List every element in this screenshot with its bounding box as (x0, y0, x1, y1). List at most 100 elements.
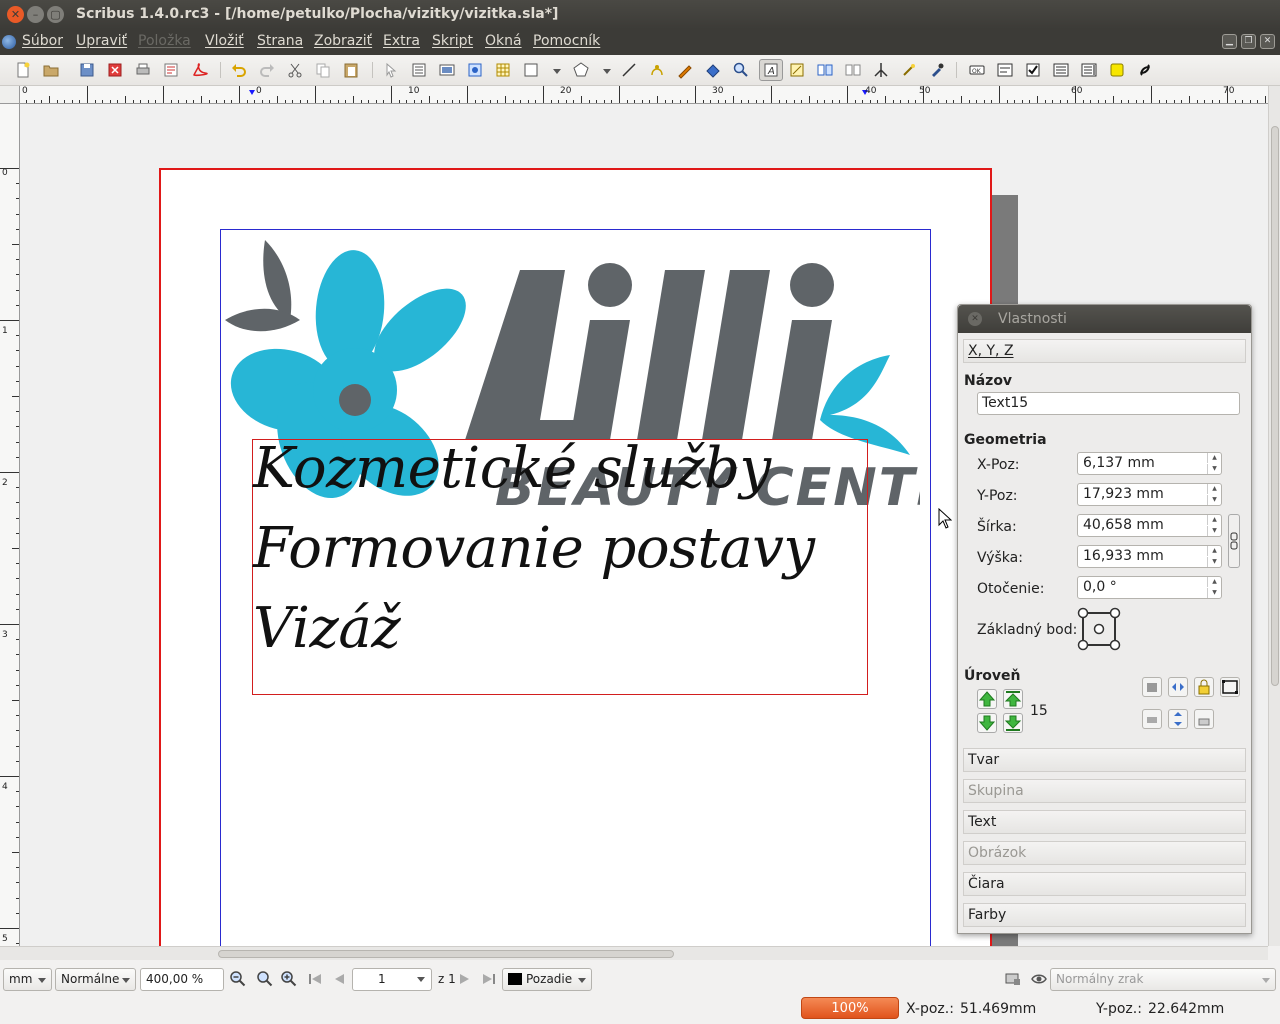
spin-up-icon[interactable]: ▲ (1207, 515, 1221, 525)
vertical-scrollbar[interactable] (1268, 86, 1280, 946)
measurements-icon[interactable] (872, 61, 890, 79)
name-input[interactable]: Text15 (977, 392, 1240, 415)
unlink-text-frames-icon[interactable] (844, 61, 862, 79)
polygon-dropdown-icon[interactable] (598, 61, 611, 79)
horizontal-scrollbar[interactable] (0, 946, 1268, 960)
menu-skript[interactable]: Skript (432, 33, 473, 49)
copy-item-properties-icon[interactable] (900, 61, 918, 79)
spin-up-icon[interactable]: ▲ (1207, 577, 1221, 587)
unit-select[interactable]: mm (3, 968, 52, 991)
window-maximize-button[interactable]: ▢ (47, 6, 64, 23)
zoom-input[interactable]: 400,00 % (140, 968, 224, 991)
menu-polozka[interactable]: Položka (138, 33, 191, 49)
open-document-icon[interactable] (42, 61, 60, 79)
link-text-frames-icon[interactable] (816, 61, 834, 79)
next-page-icon[interactable] (456, 970, 474, 988)
link-annotation-icon[interactable] (1136, 61, 1154, 79)
menu-extra[interactable]: Extra (383, 33, 420, 49)
preview-mode-icon[interactable] (1004, 970, 1022, 988)
shape-icon[interactable] (522, 61, 540, 79)
zoom-icon[interactable] (732, 61, 750, 79)
print-icon[interactable] (134, 61, 152, 79)
y-pos-input[interactable]: 17,923 mm ▲ ▼ (1077, 483, 1222, 506)
raise-item-icon[interactable] (977, 689, 997, 709)
spin-down-icon[interactable]: ▼ (1207, 464, 1221, 474)
window-minimize-button[interactable]: – (27, 6, 44, 23)
menu-vlozit[interactable]: Vložiť (205, 33, 244, 49)
export-pdf-icon[interactable] (190, 61, 208, 79)
properties-close-button[interactable]: ✕ (968, 312, 982, 326)
layer-select[interactable]: Pozadie (502, 968, 592, 991)
lower-item-icon[interactable] (977, 713, 997, 733)
zoom-100-icon[interactable] (256, 970, 274, 988)
eyedropper-icon[interactable] (928, 61, 946, 79)
section-obrazok[interactable]: Obrázok (963, 841, 1246, 865)
page-number-input[interactable]: 1 (352, 968, 432, 991)
rotate-item-icon[interactable] (704, 61, 722, 79)
pdf-listbox-icon[interactable] (1080, 61, 1098, 79)
section-skupina[interactable]: Skupina (963, 779, 1246, 803)
spin-up-icon[interactable]: ▲ (1207, 453, 1221, 463)
height-input[interactable]: 16,933 mm ▲ ▼ (1077, 545, 1222, 568)
spin-up-icon[interactable]: ▲ (1207, 484, 1221, 494)
menu-upravit[interactable]: Upraviť (76, 33, 127, 49)
vertical-scrollbar-thumb[interactable] (1271, 126, 1279, 686)
mode-select[interactable]: Normálne (55, 968, 136, 991)
section-tvar[interactable]: Tvar (963, 748, 1246, 772)
pdf-button-icon[interactable]: OK (968, 61, 986, 79)
spin-down-icon[interactable]: ▼ (1207, 495, 1221, 505)
polygon-icon[interactable] (572, 61, 590, 79)
save-icon[interactable] (78, 61, 96, 79)
first-page-icon[interactable] (306, 970, 324, 988)
last-page-icon[interactable] (480, 970, 498, 988)
mdi-minimize-icon[interactable]: ▁ (1222, 34, 1237, 49)
menu-pomocnik[interactable]: Pomocník (533, 33, 600, 49)
menu-zobrazit[interactable]: Zobraziť (314, 33, 372, 49)
pdf-combobox-icon[interactable] (1052, 61, 1070, 79)
flip-vertical-icon[interactable] (1168, 677, 1188, 697)
mdi-close-icon[interactable]: ✕ (1260, 34, 1275, 49)
redo-icon[interactable] (258, 61, 276, 79)
width-input[interactable]: 40,658 mm ▲ ▼ (1077, 514, 1222, 537)
image-frame-icon[interactable] (438, 61, 456, 79)
rotation-input[interactable]: 0,0 ° ▲ ▼ (1077, 576, 1222, 599)
mdi-restore-icon[interactable]: ❐ (1241, 34, 1256, 49)
zoom-in-icon[interactable] (280, 970, 298, 988)
scribus-app-icon[interactable] (2, 35, 16, 49)
keep-ratio-chain-icon[interactable] (1228, 514, 1240, 568)
preflight-icon[interactable] (162, 61, 180, 79)
lock-icon[interactable] (1194, 677, 1214, 697)
window-close-button[interactable]: ✕ (7, 6, 24, 23)
spin-down-icon[interactable]: ▼ (1207, 588, 1221, 598)
edit-text-story-icon[interactable] (788, 61, 806, 79)
shape-dropdown-icon[interactable] (548, 61, 561, 79)
text-frame-icon[interactable] (410, 61, 428, 79)
cut-icon[interactable] (286, 61, 304, 79)
lower-to-bottom-icon[interactable] (1003, 713, 1023, 733)
pdf-text-field-icon[interactable] (996, 61, 1014, 79)
spin-down-icon[interactable]: ▼ (1207, 557, 1221, 567)
properties-panel[interactable]: ✕ Vlastnosti X, Y, Z Názov Text15 Geomet… (957, 304, 1252, 934)
undo-icon[interactable] (230, 61, 248, 79)
no-print-icon[interactable] (1194, 709, 1214, 729)
horizontal-scrollbar-thumb[interactable] (218, 950, 674, 958)
properties-titlebar[interactable]: ✕ Vlastnosti (958, 305, 1251, 333)
line-icon[interactable] (620, 61, 638, 79)
horizontal-ruler[interactable]: 0 0 10 20 30 40 50 60 70 (20, 86, 1268, 104)
view-mode-select[interactable]: Normálny zrak (1050, 968, 1276, 991)
section-text[interactable]: Text (963, 810, 1246, 834)
ruler-corner[interactable] (0, 86, 20, 104)
zoom-out-icon[interactable] (229, 970, 247, 988)
table-icon[interactable] (494, 61, 512, 79)
printing-enabled-icon[interactable] (1142, 709, 1162, 729)
flip-arrows-icon[interactable] (1168, 709, 1188, 729)
section-farby[interactable]: Farby (963, 903, 1246, 927)
edit-contents-icon[interactable]: A (759, 59, 783, 81)
raise-to-top-icon[interactable] (1003, 689, 1023, 709)
new-document-icon[interactable] (14, 61, 32, 79)
pdf-checkbox-icon[interactable] (1024, 61, 1042, 79)
paste-icon[interactable] (342, 61, 360, 79)
menu-strana[interactable]: Strana (257, 33, 303, 49)
spin-up-icon[interactable]: ▲ (1207, 546, 1221, 556)
render-frame-icon[interactable] (466, 61, 484, 79)
